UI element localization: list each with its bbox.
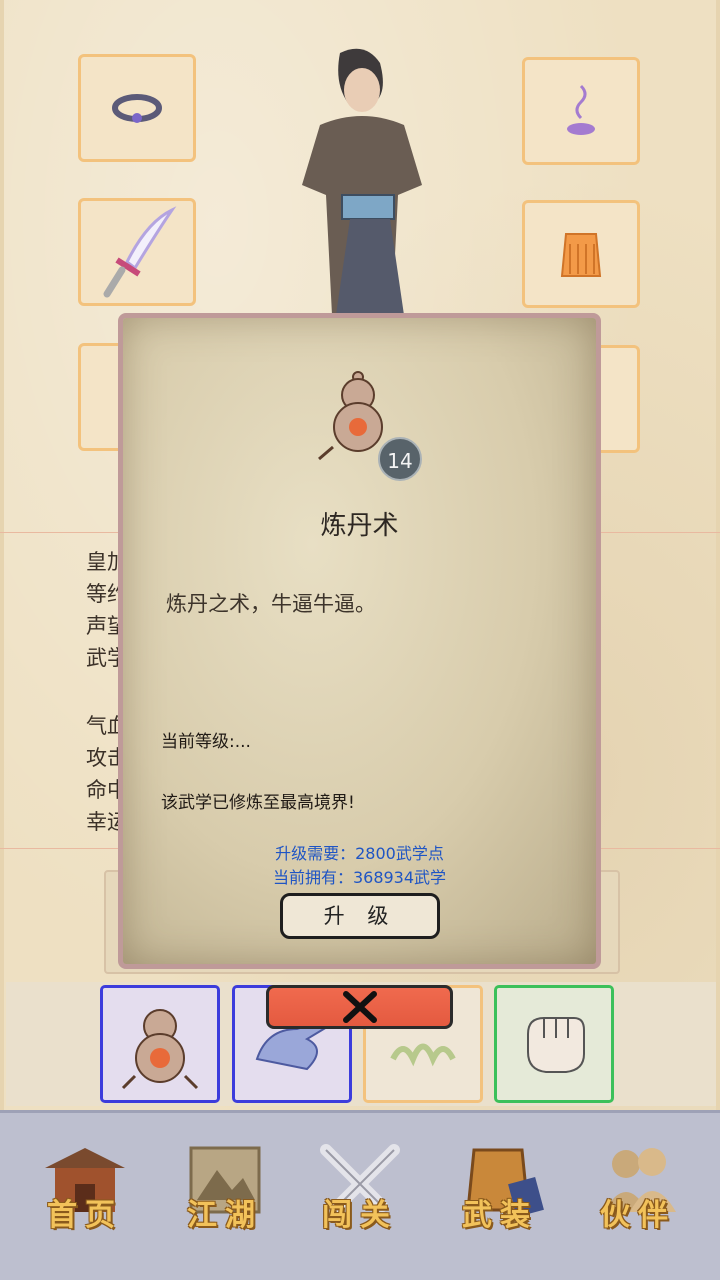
nav-label-partners: 伙伴 [600,1198,676,1233]
nav-jianghu[interactable]: 江湖 [165,1130,285,1260]
nav-label-home: 首页 [47,1198,123,1233]
max-level-message: 该武学已修炼至最高境界! [161,793,355,813]
nav-challenge[interactable]: 闯关 [300,1130,420,1260]
current-level-label: 当前等级:... [161,732,251,752]
nav-equipment[interactable]: 武装 [440,1130,560,1260]
skill-level-badge: 14 [378,437,422,481]
nav-label-equipment: 武装 [462,1198,538,1233]
nav-label-challenge: 闯关 [322,1198,398,1233]
nav-home[interactable]: 首页 [25,1130,145,1260]
nav-label-jianghu: 江湖 [187,1198,263,1233]
x-close-icon [342,991,377,1023]
nav-partners[interactable]: 伙伴 [578,1130,698,1260]
skill-title: 炼丹术 [320,511,399,541]
close-button[interactable] [266,985,453,1029]
skill-description: 炼丹之术，牛逼牛逼。 [166,592,376,616]
current-points: 当前拥有：368934武学 [272,868,447,887]
upgrade-requirement: 升级需要：2800武学点 [275,844,444,863]
upgrade-button[interactable]: 升 级 [280,893,440,939]
modal-overlay: 14 炼丹术 炼丹之术，牛逼牛逼。 当前等级:... 该武学已修炼至最高境界! … [0,0,720,1110]
